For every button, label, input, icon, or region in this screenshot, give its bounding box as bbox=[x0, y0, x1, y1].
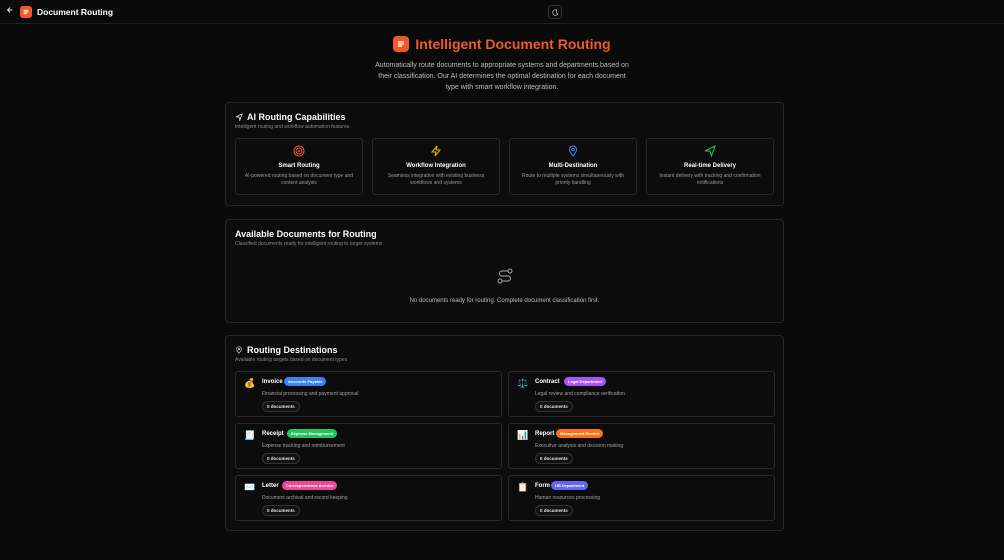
document-count-badge: 0 documents bbox=[262, 453, 300, 464]
capability-title: Workflow Integration bbox=[406, 163, 466, 169]
capability-description: Seamless integration with existing busin… bbox=[387, 173, 485, 186]
top-bar: Document Routing bbox=[0, 0, 1004, 24]
capability-title: Multi-Destination bbox=[548, 163, 598, 169]
theme-toggle-button[interactable] bbox=[548, 5, 562, 19]
document-count-badge: 0 documents bbox=[262, 505, 300, 516]
map-pin-icon bbox=[236, 346, 242, 354]
routing-destinations-card: Routing Destinations Available routing t… bbox=[225, 335, 784, 531]
app-title: Document Routing bbox=[37, 6, 114, 17]
zap-icon bbox=[430, 145, 442, 157]
contract-icon: ⚖️ bbox=[517, 378, 529, 388]
destination-badge: Management Review bbox=[556, 429, 604, 438]
destinations-subtitle: Available routing targets based on docum… bbox=[235, 357, 348, 363]
destination-badge: Correspondence Archive bbox=[282, 481, 338, 490]
page-title: Intelligent Document Routing bbox=[415, 36, 611, 52]
capability-title: Smart Routing bbox=[278, 163, 320, 169]
destination-description: Document archival and record keeping bbox=[262, 495, 348, 501]
available-documents-card: Available Documents for Routing Classifi… bbox=[225, 219, 784, 323]
receipt-icon: 🧾 bbox=[244, 430, 256, 440]
available-subtitle: Classified documents ready for intellige… bbox=[235, 241, 383, 247]
capability-description: Route to multiple systems simultaneously… bbox=[522, 173, 624, 186]
hero: Intelligent Document Routing Automatical… bbox=[0, 34, 1004, 93]
destination-badge: Expense Management bbox=[287, 429, 338, 438]
send-icon bbox=[235, 113, 243, 121]
destination-letter: ✉️ Letter Correspondence Archive Document a… bbox=[235, 475, 502, 521]
destination-description: Executive analysis and decision making bbox=[535, 443, 624, 449]
capability-title: Real-time Delivery bbox=[683, 163, 737, 169]
document-count-badge: 0 documents bbox=[535, 401, 573, 412]
map-pin-icon bbox=[568, 145, 578, 157]
destination-name: Contract bbox=[535, 379, 560, 385]
destination-description: Financial processing and payment approva… bbox=[262, 391, 359, 397]
destination-badge: HR Department bbox=[551, 481, 589, 490]
destination-name: Receipt bbox=[262, 431, 284, 437]
capability-real-time-delivery: Real-time Delivery Instant delivery with… bbox=[646, 138, 774, 195]
capabilities-subtitle: Intelligent routing and workflow automat… bbox=[235, 124, 350, 130]
destination-invoice: 💰 Invoice Accounts Payable Financial proces… bbox=[235, 371, 502, 417]
destination-contract: ⚖️ Contract Legal Department Legal review a… bbox=[508, 371, 775, 417]
document-routing-icon bbox=[393, 36, 410, 52]
moon-icon bbox=[551, 8, 558, 16]
destination-name: Invoice bbox=[262, 379, 283, 385]
capability-description: Instant delivery with tracking and confi… bbox=[659, 173, 761, 186]
arrow-left-icon[interactable] bbox=[6, 6, 16, 17]
destination-description: Expense tracking and reimbursement bbox=[262, 443, 345, 449]
destination-badge: Legal Department bbox=[564, 377, 606, 386]
destination-report: 📊 Report Management Review Executive analys… bbox=[508, 423, 775, 469]
destination-name: Report bbox=[535, 431, 555, 437]
destination-badge: Accounts Payable bbox=[284, 377, 327, 386]
destinations-title: Routing Destinations bbox=[247, 345, 338, 355]
capabilities-card: AI Routing Capabilities Intelligent rout… bbox=[225, 102, 784, 206]
form-icon: 📋 bbox=[517, 482, 529, 492]
capability-smart-routing: Smart Routing AI-powered routing based o… bbox=[235, 138, 363, 195]
destination-description: Legal review and compliance verification bbox=[535, 391, 625, 397]
available-title: Available Documents for Routing bbox=[235, 229, 377, 239]
target-icon bbox=[293, 145, 305, 157]
document-count-badge: 0 documents bbox=[262, 401, 300, 412]
capability-multi-destination: Multi-Destination Route to multiple syst… bbox=[509, 138, 637, 195]
destination-form: 📋 Form HR Department Human resources proces… bbox=[508, 475, 775, 521]
capabilities-title: AI Routing Capabilities bbox=[247, 112, 346, 122]
invoice-icon: 💰 bbox=[244, 378, 256, 388]
app-logo-icon bbox=[20, 5, 32, 18]
send-icon bbox=[704, 145, 716, 157]
destination-receipt: 🧾 Receipt Expense Management Expense tracki… bbox=[235, 423, 502, 469]
destination-name: Letter bbox=[262, 483, 279, 489]
document-count-badge: 0 documents bbox=[535, 453, 573, 464]
destination-name: Form bbox=[535, 483, 550, 489]
route-icon bbox=[497, 268, 512, 284]
empty-state-text: No documents ready for routing. Complete… bbox=[409, 298, 600, 304]
page-description: Automatically route documents to appropr… bbox=[375, 62, 629, 91]
report-icon: 📊 bbox=[517, 430, 529, 440]
capability-description: AI-powered routing based on document typ… bbox=[244, 173, 354, 186]
destination-description: Human resources processing bbox=[535, 495, 601, 501]
document-count-badge: 0 documents bbox=[535, 505, 573, 516]
capability-workflow-integration: Workflow Integration Seamless integratio… bbox=[372, 138, 500, 195]
letter-icon: ✉️ bbox=[244, 482, 256, 492]
